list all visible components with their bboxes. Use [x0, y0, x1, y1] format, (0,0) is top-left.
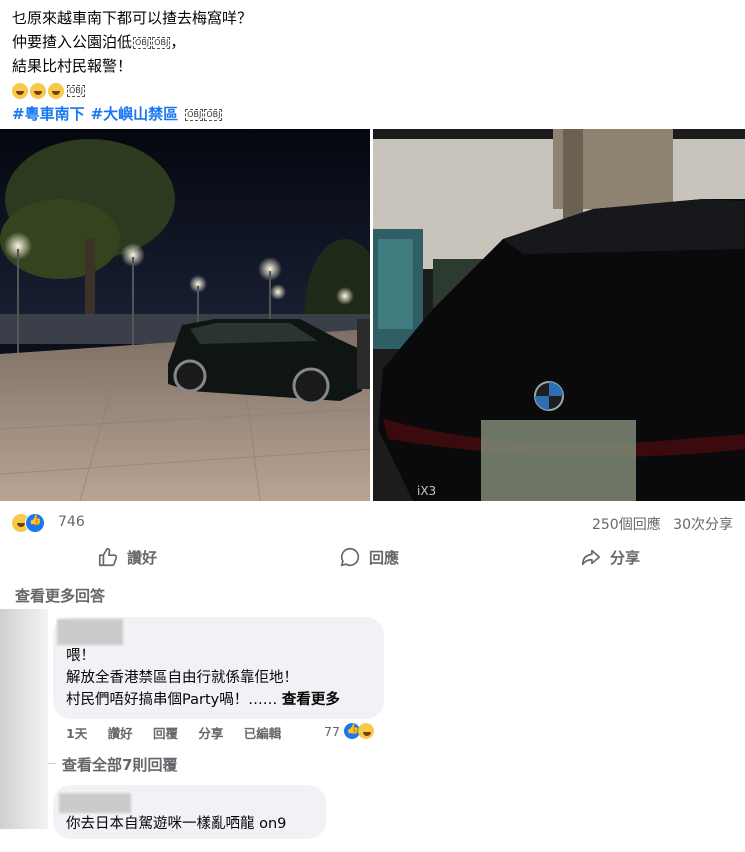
grin-emoji-icon — [12, 82, 28, 99]
comment-line-3-text: 村民們唔好搞串個Party喎！…… — [66, 692, 278, 708]
like-reaction-icon — [25, 513, 45, 533]
comment-text: 你去日本自駕遊咪一樣亂哂龍 on9 — [66, 816, 287, 832]
comment-meta: 1天 讚好 回覆 分享 已編輯 — [66, 723, 297, 742]
obj-placeholder: OBJ — [204, 108, 223, 121]
comment-edited-label[interactable]: 已編輯 — [244, 726, 282, 741]
obj-placeholder: OBJ — [185, 108, 204, 121]
comment-reply-link[interactable]: 回覆 — [153, 726, 178, 741]
reaction-icons[interactable] — [12, 513, 45, 533]
commenter-name-blurred[interactable] — [57, 619, 123, 645]
hashtag-link[interactable]: #大嶼山禁區 — [91, 105, 179, 123]
post-line-2-text: 仲要揸入公園泊低 — [12, 33, 133, 51]
comment-bubble-icon — [340, 547, 360, 567]
post-text: 乜原來越車南下都可以揸去梅窩咩？ 仲要揸入公園泊低 OBJ OBJ， 結果比村民報警… — [12, 6, 252, 126]
post-line-2: 仲要揸入公園泊低 OBJ OBJ， — [12, 33, 186, 51]
thumbs-up-icon — [98, 547, 118, 567]
like-button[interactable]: 讚好 — [97, 546, 157, 568]
reaction-count[interactable]: 746 — [58, 514, 85, 530]
post-photo-left[interactable] — [0, 129, 370, 501]
comment-line-2: 解放全香港禁區自由行就係靠佢地！ — [66, 670, 298, 686]
share-button[interactable]: 分享 — [580, 546, 640, 568]
avatar[interactable] — [0, 609, 48, 829]
share-count[interactable]: 30次分享 — [673, 517, 733, 533]
comment-bubble: 你去日本自駕遊咪一樣亂哂龍 on9 — [53, 785, 326, 839]
comment-reactions[interactable]: 77 — [324, 722, 374, 740]
comment-line-3: 村民們唔好搞串個Party喎！…… 查看更多 — [66, 689, 340, 711]
post-stats: 746 250個回應 30次分享 — [12, 511, 733, 533]
more-answers-link[interactable]: 查看更多回答 — [15, 585, 105, 606]
comment-button[interactable]: 回應 — [339, 546, 399, 568]
grin-emoji-icon — [30, 82, 46, 99]
share-arrow-icon — [581, 549, 601, 566]
obj-placeholder: OBJ — [133, 36, 152, 49]
thread-connector — [48, 763, 56, 764]
comment-reaction-count: 77 — [324, 723, 340, 739]
haha-reaction-icon — [357, 723, 374, 739]
post-line-3: 結果比村民報警！ — [12, 57, 133, 75]
hashtag-link[interactable]: #粵車南下 — [12, 105, 85, 123]
hashtag-line: #粵車南下 #大嶼山禁區 OBJ OBJ — [12, 102, 252, 126]
comment-like-link[interactable]: 讚好 — [108, 726, 133, 741]
comment-time[interactable]: 1天 — [66, 726, 87, 741]
see-more-link[interactable]: 查看更多 — [282, 692, 340, 708]
obj-placeholder: OBJ — [67, 84, 86, 97]
comment-bubble: 喂！ 解放全香港禁區自由行就係靠佢地！ 村民們唔好搞串個Party喎！…… 查看… — [53, 617, 384, 719]
post-emoji-line: OBJ — [12, 78, 252, 102]
commenter-name-blurred[interactable] — [59, 793, 131, 813]
post-photo-right[interactable]: iX3 — [373, 129, 745, 501]
stat-right: 250個回應 30次分享 — [584, 514, 733, 534]
view-all-replies-link[interactable]: 查看全部7則回覆 — [62, 754, 177, 775]
post-action-bar: 讚好 回應 分享 — [0, 538, 745, 574]
comment-button-label: 回應 — [369, 548, 400, 567]
comment-line-1: 喂！ — [66, 648, 95, 664]
grin-emoji-icon — [48, 82, 64, 99]
like-button-label: 讚好 — [127, 548, 158, 567]
post-line-1: 乜原來越車南下都可以揸去梅窩咩？ — [12, 9, 253, 27]
comment-count[interactable]: 250個回應 — [592, 517, 661, 533]
comment-share-link[interactable]: 分享 — [198, 726, 223, 741]
model-badge: iX3 — [417, 484, 436, 498]
share-button-label: 分享 — [610, 548, 641, 567]
obj-placeholder: OBJ — [152, 36, 171, 49]
